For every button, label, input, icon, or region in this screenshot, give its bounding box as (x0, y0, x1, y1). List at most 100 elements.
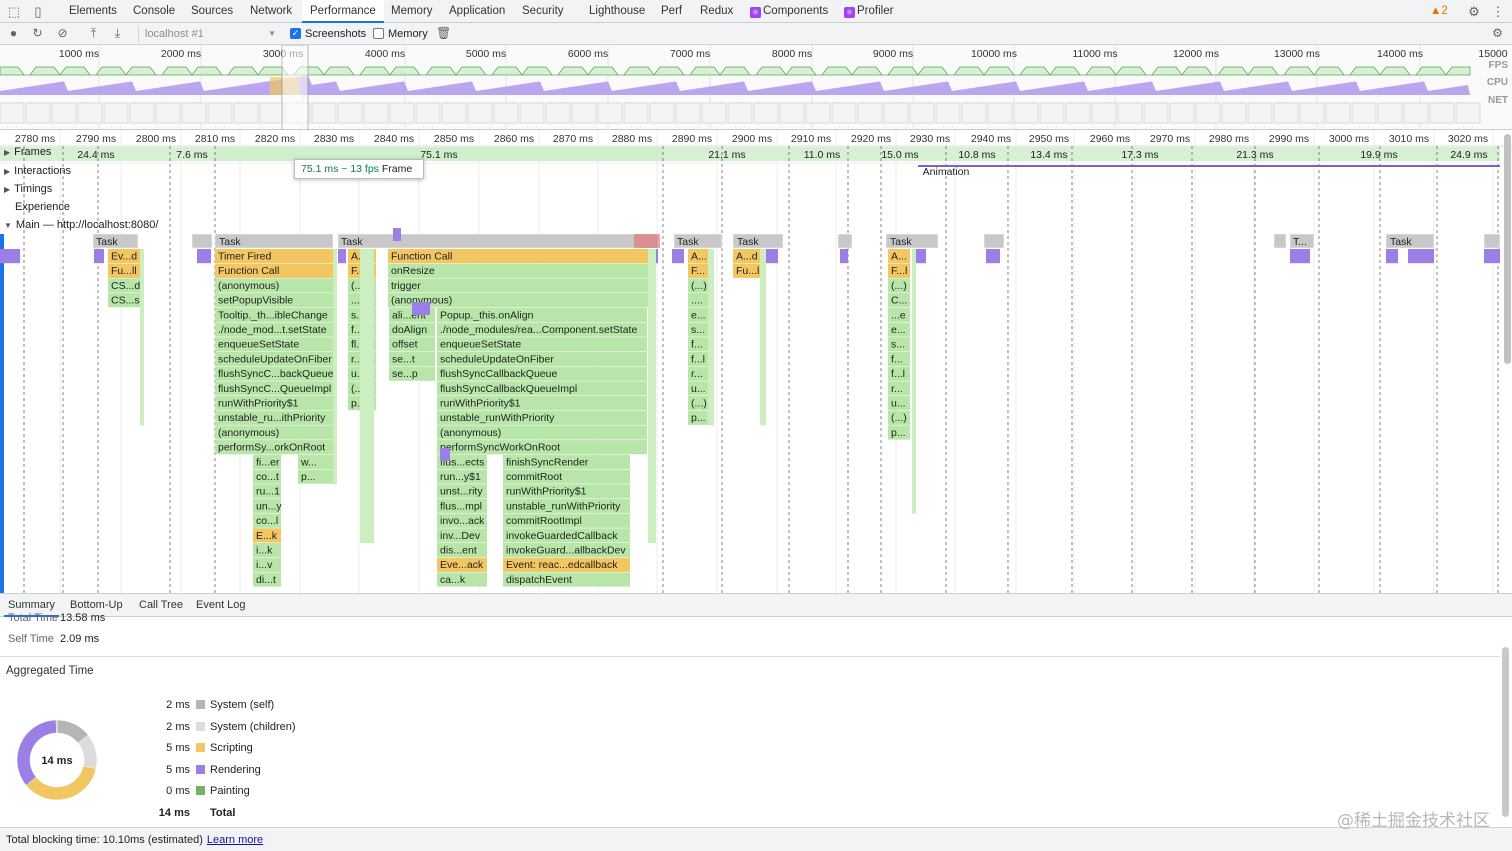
legend-value: 0 ms (166, 785, 190, 797)
aggregated-time-title: Aggregated Time (6, 665, 94, 677)
interactions-track[interactable]: ▶ Interactions (0, 165, 71, 177)
rendering-block (840, 249, 848, 264)
recording-select[interactable]: localhost #1 ▼ (138, 26, 278, 42)
tab-profiler[interactable]: ⚛ Profiler (844, 0, 893, 22)
tab-memory[interactable]: Memory (391, 0, 433, 22)
frame-duration-label: 24.4 ms (77, 149, 114, 161)
tab-performance[interactable]: Performance (302, 0, 384, 23)
tab-elements[interactable]: Elements (69, 0, 117, 22)
tab-lighthouse[interactable]: Lighthouse (589, 0, 645, 22)
screenshot-thumb (779, 102, 805, 124)
timings-track[interactable]: ▶ Timings (0, 183, 52, 195)
frame-tooltip: 75.1 ms ~ 13 fps Frame (294, 159, 424, 179)
upload-profile-icon[interactable]: ⤒ (86, 26, 101, 41)
legend-label: System (children) (210, 721, 296, 733)
tab-network[interactable]: Network (250, 0, 292, 22)
screenshot-thumb (1325, 102, 1351, 124)
warnings-indicator[interactable]: ▲2 (1430, 0, 1448, 22)
frame-duration-label: 10.8 ms (958, 149, 995, 161)
flame-chart-canvas: 2780 ms 2790 ms 2800 ms 2810 ms 2820 ms 2830 … (0, 130, 1512, 593)
timer-fired-label: Tooltip._th...ibleChange (218, 309, 328, 321)
device-toolbar-icon[interactable]: ▯ (30, 4, 46, 20)
right-call-label: u... (691, 383, 706, 395)
rendering-block (1484, 249, 1500, 264)
tab-sources[interactable]: Sources (191, 0, 233, 22)
screenshot-thumb (935, 102, 961, 124)
commit-root-label: invokeGuard...allbackDev (506, 545, 626, 557)
sliver-block (708, 249, 714, 426)
inspect-element-icon[interactable]: ⬚ (6, 4, 22, 20)
tab-profiler-label: Profiler (857, 5, 894, 17)
total-blocking-time: Total blocking time: 10.10ms (estimated) (6, 834, 203, 846)
long-task-marker (634, 234, 660, 248)
right-call-label: F... (691, 265, 705, 277)
watermark: @稀土掘金技术社区 (1337, 811, 1490, 831)
screenshots-checkbox[interactable]: ✓ (290, 28, 301, 39)
self-time-row: Self Time 2.09 ms (8, 633, 99, 645)
settings-gear-icon[interactable]: ⚙ (1466, 4, 1482, 20)
main-track[interactable]: ▼ Main — http://localhost:8080/ (0, 219, 158, 231)
legend-scripting: 5 ms Scripting (150, 740, 253, 756)
screenshot-thumb (545, 102, 571, 124)
tab-call-tree[interactable]: Call Tree (139, 594, 183, 617)
timer-fired-label: scheduleUpdateOnFiber (218, 353, 332, 365)
rendering-block (393, 228, 401, 241)
summary-scrollbar[interactable] (1502, 647, 1509, 817)
task-label: Task (219, 236, 241, 248)
tab-components[interactable]: ⚛ Components (750, 0, 828, 22)
screenshot-thumb (389, 102, 415, 124)
set-state-label: flushSyncCallbackQueueImpl (440, 383, 577, 395)
event-label: Ev...d (111, 251, 137, 263)
tab-redux[interactable]: Redux (700, 0, 733, 22)
frames-track[interactable]: ▶ Frames (0, 146, 51, 158)
tab-perf[interactable]: Perf (661, 0, 682, 22)
flame-scrollbar[interactable] (1504, 134, 1511, 364)
aggregated-time-donut: 14 ms (16, 719, 98, 801)
ruler-tick-label: 2780 ms (15, 133, 55, 145)
overview-chart: 1000 ms2000 ms3000 ms4000 ms5000 ms6000 … (0, 45, 1508, 130)
collect-garbage-icon[interactable]: 🗑 (436, 26, 451, 41)
legend-total-value: 14 ms (158, 807, 190, 819)
legend-painting: 0 ms Painting (150, 783, 250, 799)
tab-application[interactable]: Application (449, 0, 505, 22)
far-right-call-label: F...l (891, 265, 907, 277)
more-menu-icon[interactable]: ⋮ (1490, 4, 1506, 20)
flame-chart[interactable]: 2780 ms 2790 ms 2800 ms 2810 ms 2820 ms 2830 … (0, 130, 1512, 593)
far-right-call-label: (...) (891, 280, 907, 292)
tab-security[interactable]: Security (522, 0, 564, 22)
learn-more-link[interactable]: Learn more (207, 834, 263, 846)
tab-console[interactable]: Console (133, 0, 175, 22)
download-profile-icon[interactable]: ⤓ (110, 26, 125, 41)
chevron-down-icon: ▼ (268, 29, 276, 38)
screenshot-thumb (701, 102, 727, 124)
frame-duration-label: 19.9 ms (1360, 149, 1397, 161)
expand-triangle-icon: ▶ (4, 148, 11, 157)
clear-icon[interactable]: ⊘ (55, 26, 70, 41)
sync-flush-label: inv...Dev (440, 530, 481, 542)
tab-event-log[interactable]: Event Log (196, 594, 246, 617)
reload-record-icon[interactable]: ↻ (30, 26, 45, 41)
right-call-label: e... (691, 309, 706, 321)
far-right-call-label: (...) (891, 412, 907, 424)
memory-checkbox[interactable] (373, 28, 384, 39)
task-block (1483, 233, 1501, 249)
ruler-tick-label: 2840 ms (374, 133, 414, 145)
screenshot-thumb (103, 102, 129, 124)
legend-value: 2 ms (166, 721, 190, 733)
screenshot-thumb (519, 102, 545, 124)
experience-track-label: Experience (15, 201, 71, 213)
right-call-label: s... (691, 324, 705, 336)
timeline-overview[interactable]: 1000 ms2000 ms3000 ms4000 ms5000 ms6000 … (0, 45, 1512, 130)
timer-fired-label: setPopupVisible (218, 295, 293, 307)
donut-slice (55, 719, 58, 734)
experience-track[interactable]: Experience (0, 201, 70, 213)
capture-settings-icon[interactable]: ⚙ (1490, 26, 1505, 41)
task-label: T... (1293, 236, 1307, 248)
warning-icon: ▲ (1430, 5, 1442, 17)
legend-label: Scripting (210, 742, 253, 754)
record-icon[interactable]: ● (6, 26, 21, 41)
timer-fired-label: (anonymous) (218, 427, 279, 439)
commit-root-label: commitRootImpl (506, 515, 582, 527)
screenshot-thumb (493, 102, 519, 124)
commit-label: di...t (256, 574, 276, 586)
